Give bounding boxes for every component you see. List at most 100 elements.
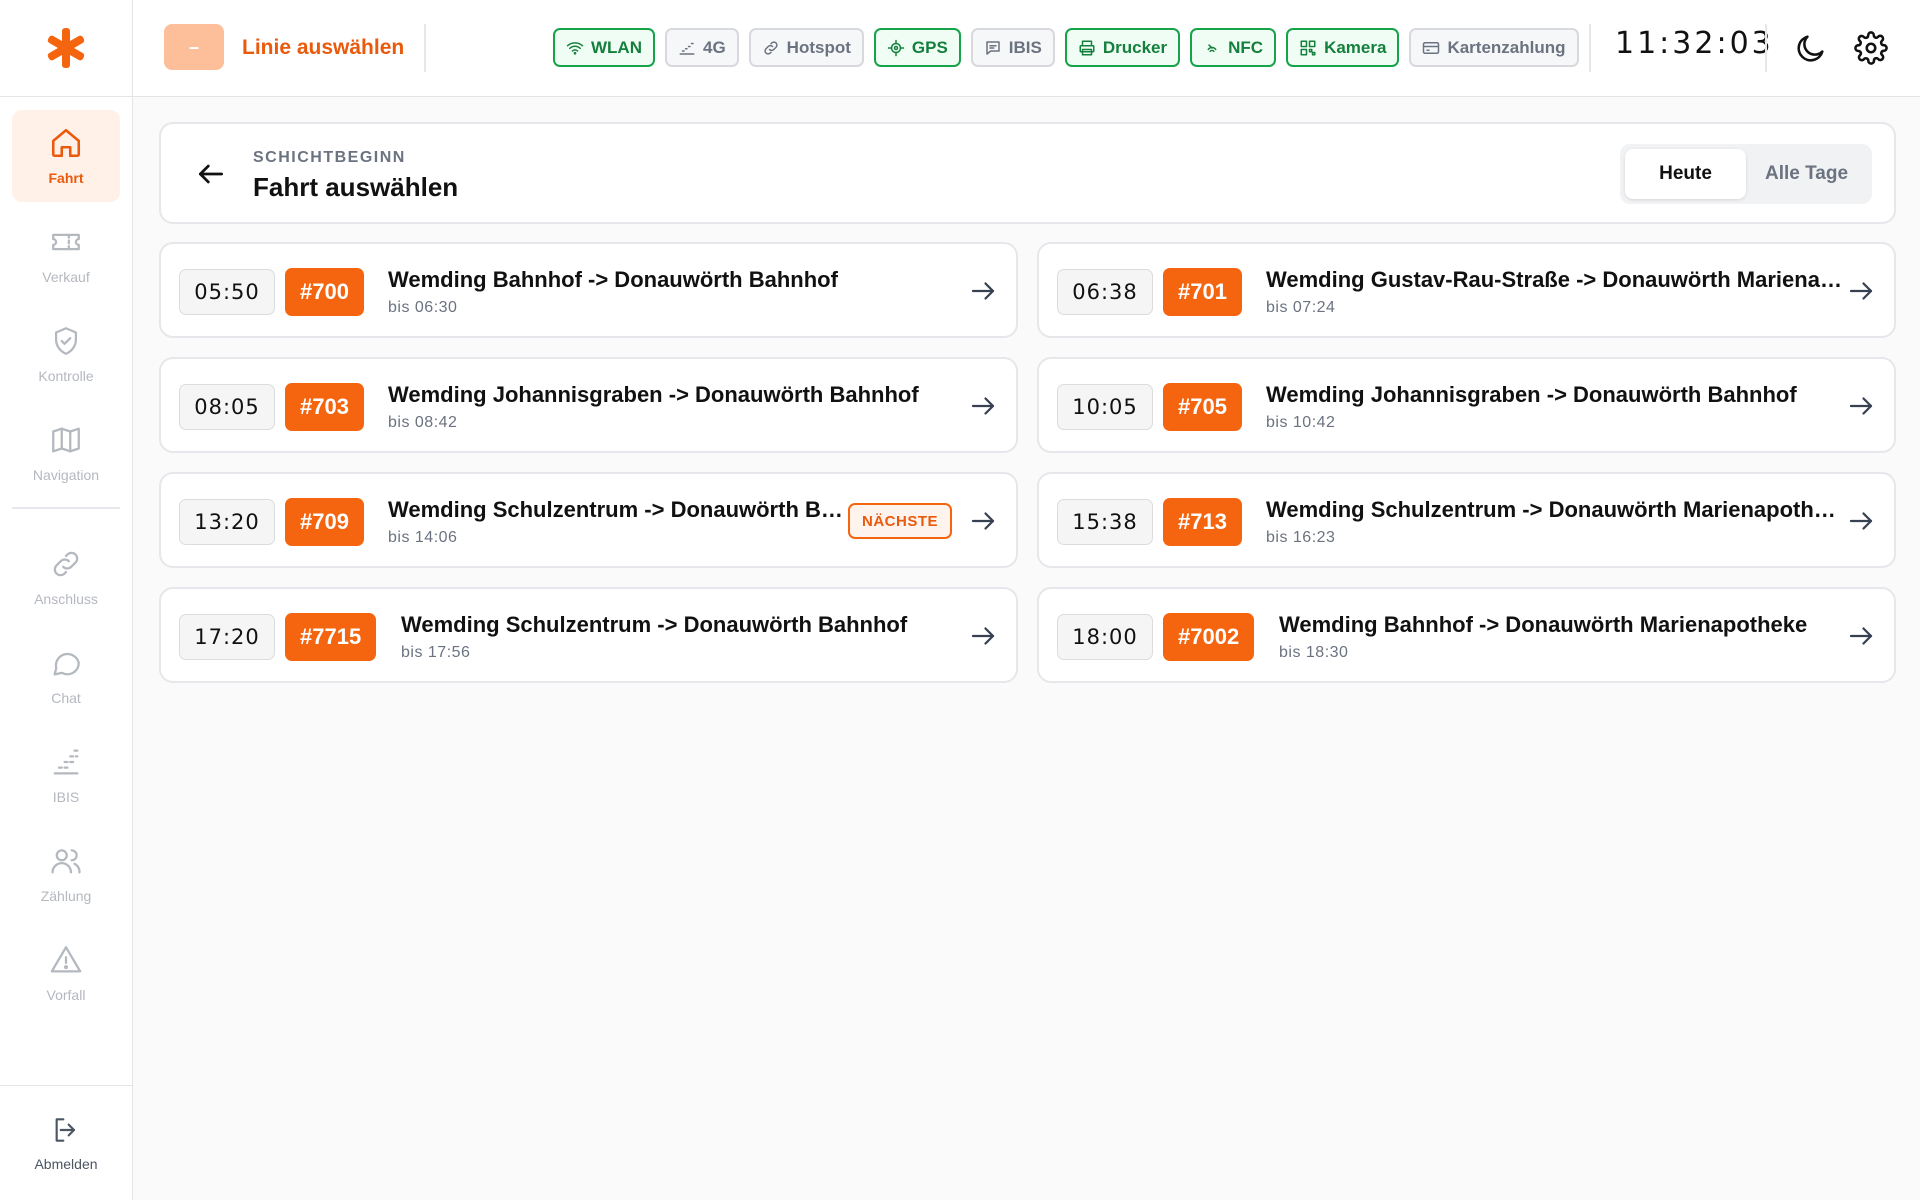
trip-route: Wemding Johannisgraben -> Donauwörth Bah… xyxy=(388,382,919,407)
qr-icon xyxy=(1300,40,1316,55)
trip-route: Wemding Gustav-Rau-Straße -> Donauwörth … xyxy=(1266,267,1844,292)
sidebar-item-ibis[interactable]: IBIS xyxy=(12,729,120,821)
sidebar-item-zaehlung[interactable]: Zählung xyxy=(12,828,120,920)
map-icon xyxy=(52,427,80,453)
status-chip-label: WLAN xyxy=(591,37,642,57)
settings-button[interactable] xyxy=(1851,28,1891,68)
back-button[interactable] xyxy=(191,154,231,194)
sidebar-item-label: Fahrt xyxy=(48,170,84,186)
trip-route: Wemding Schulzentrum -> Donauwörth Marie… xyxy=(1266,497,1844,522)
sidebar-item-label: Verkauf xyxy=(42,269,90,285)
link-icon xyxy=(53,551,79,577)
trip-card[interactable]: 15:38 #713 Wemding Schulzentrum -> Donau… xyxy=(1037,472,1896,568)
status-chip-nfc[interactable]: NFC xyxy=(1190,28,1277,67)
status-chip-ibis[interactable]: IBIS xyxy=(970,28,1055,67)
logout-button[interactable]: Abmelden xyxy=(0,1085,132,1200)
logout-icon xyxy=(55,1118,76,1142)
arrow-right-icon xyxy=(1846,276,1876,306)
moon-icon xyxy=(1797,35,1824,62)
trip-card[interactable]: 06:38 #701 Wemding Gustav-Rau-Straße -> … xyxy=(1037,242,1896,338)
status-chip-label: Drucker xyxy=(1102,37,1168,57)
sidebar-item-label: Anschluss xyxy=(34,591,98,607)
trip-time: 05:50 xyxy=(179,269,275,315)
status-chip-wlan[interactable]: WLAN xyxy=(553,28,655,67)
status-chip-label: Kamera xyxy=(1324,37,1387,57)
arrow-right-icon xyxy=(1846,391,1876,421)
sidebar-item-anschluss[interactable]: Anschluss xyxy=(12,531,120,623)
status-chip-kartenzahlung[interactable]: Kartenzahlung xyxy=(1409,28,1579,67)
status-chip-gps[interactable]: GPS xyxy=(873,28,961,67)
sidebar-item-label: Navigation xyxy=(32,467,100,483)
app-logo xyxy=(0,0,132,97)
sidebar-item-kontrolle[interactable]: Kontrolle xyxy=(12,308,120,400)
trip-end-time: bis 08:42 xyxy=(388,414,458,431)
printer-icon xyxy=(1079,40,1095,55)
trip-time: 15:38 xyxy=(1057,499,1153,545)
filter-today-button[interactable]: Heute xyxy=(1625,149,1746,199)
dark-mode-toggle[interactable] xyxy=(1791,28,1831,68)
sidebar-item-vorfall[interactable]: Vorfall xyxy=(12,927,120,1019)
arrow-right-icon xyxy=(968,621,998,651)
crosshair-icon xyxy=(887,39,905,56)
trip-end-time: bis 10:42 xyxy=(1266,414,1336,431)
trip-route: Wemding Schulzentrum -> Donauwörth Bahnh… xyxy=(388,497,844,522)
trip-number: #7002 xyxy=(1163,613,1255,661)
arrow-right-icon xyxy=(968,391,998,421)
users-icon xyxy=(51,849,81,874)
trip-card[interactable]: 18:00 #7002 Wemding Bahnhof -> Donauwört… xyxy=(1037,587,1896,683)
sidebar-item-label: IBIS xyxy=(52,789,80,805)
trip-route: Wemding Bahnhof -> Donauwörth Marienapot… xyxy=(1279,612,1808,637)
trip-route: Wemding Johannisgraben -> Donauwörth Bah… xyxy=(1266,382,1797,407)
next-trip-badge: NÄCHSTE xyxy=(847,503,952,539)
line-badge[interactable]: – xyxy=(164,24,224,70)
sidebar-item-navigation[interactable]: Navigation xyxy=(12,407,120,499)
signal-icon xyxy=(53,749,79,775)
link-icon xyxy=(764,40,778,55)
trip-card[interactable]: 05:50 #700 Wemding Bahnhof -> Donauwörth… xyxy=(159,242,1018,338)
trip-card[interactable]: 10:05 #705 Wemding Johannisgraben -> Don… xyxy=(1037,357,1896,453)
arrow-right-icon xyxy=(968,506,998,536)
trip-card-next[interactable]: 13:20 #709 Wemding Schulzentrum -> Donau… xyxy=(159,472,1018,568)
sidebar: Fahrt Verkauf Kontrolle Navigation Ansch… xyxy=(0,0,133,1200)
trip-time: 10:05 xyxy=(1057,384,1153,430)
sidebar-item-verkauf[interactable]: Verkauf xyxy=(12,209,120,301)
trip-end-time: bis 18:30 xyxy=(1279,644,1349,661)
status-chip-drucker[interactable]: Drucker xyxy=(1064,28,1181,67)
trip-time: 08:05 xyxy=(179,384,275,430)
status-chip-label: GPS xyxy=(911,37,948,57)
arrow-right-icon xyxy=(968,276,998,306)
trip-end-time: bis 17:56 xyxy=(401,644,471,661)
status-chip-kamera[interactable]: Kamera xyxy=(1286,28,1400,67)
signal-icon xyxy=(679,42,695,55)
trip-card[interactable]: 17:20 #7715 Wemding Schulzentrum -> Dona… xyxy=(159,587,1018,683)
sidebar-item-chat[interactable]: Chat xyxy=(12,630,120,722)
status-chip-label: IBIS xyxy=(1008,37,1042,57)
page-header-card: SCHICHTBEGINN Fahrt auswählen Heute Alle… xyxy=(159,122,1896,224)
sidebar-item-label: Chat xyxy=(51,690,81,706)
top-bar: – Linie auswählen WLAN 4G Hotspot GPS IB… xyxy=(133,0,1920,97)
sidebar-item-label: Zählung xyxy=(40,888,92,904)
trip-number: #701 xyxy=(1163,268,1242,316)
header-divider xyxy=(424,24,426,72)
trip-end-time: bis 16:23 xyxy=(1266,529,1336,546)
shield-check-icon xyxy=(54,327,78,355)
filter-all-days-button[interactable]: Alle Tage xyxy=(1746,149,1867,199)
header-divider xyxy=(1589,24,1591,72)
status-chip-hotspot[interactable]: Hotspot xyxy=(748,28,864,67)
status-chip-label: Hotspot xyxy=(786,37,851,57)
asterisk-logo-icon xyxy=(47,28,85,68)
trip-time: 17:20 xyxy=(179,614,275,660)
trip-number: #7715 xyxy=(285,613,377,661)
ticket-icon xyxy=(52,233,80,251)
page-title: Fahrt auswählen xyxy=(253,172,459,202)
trip-end-time: bis 14:06 xyxy=(388,529,458,546)
trip-list: 05:50 #700 Wemding Bahnhof -> Donauwörth… xyxy=(159,242,1896,683)
home-icon xyxy=(51,128,81,158)
status-chip-4g[interactable]: 4G xyxy=(664,28,739,67)
trip-card[interactable]: 08:05 #703 Wemding Johannisgraben -> Don… xyxy=(159,357,1018,453)
status-chip-label: Kartenzahlung xyxy=(1447,37,1566,57)
status-chip-label: 4G xyxy=(702,37,726,57)
line-select-button[interactable]: Linie auswählen xyxy=(242,36,404,60)
sidebar-item-fahrt[interactable]: Fahrt xyxy=(12,110,120,202)
sidebar-nav: Fahrt Verkauf Kontrolle Navigation Ansch… xyxy=(0,97,132,1019)
